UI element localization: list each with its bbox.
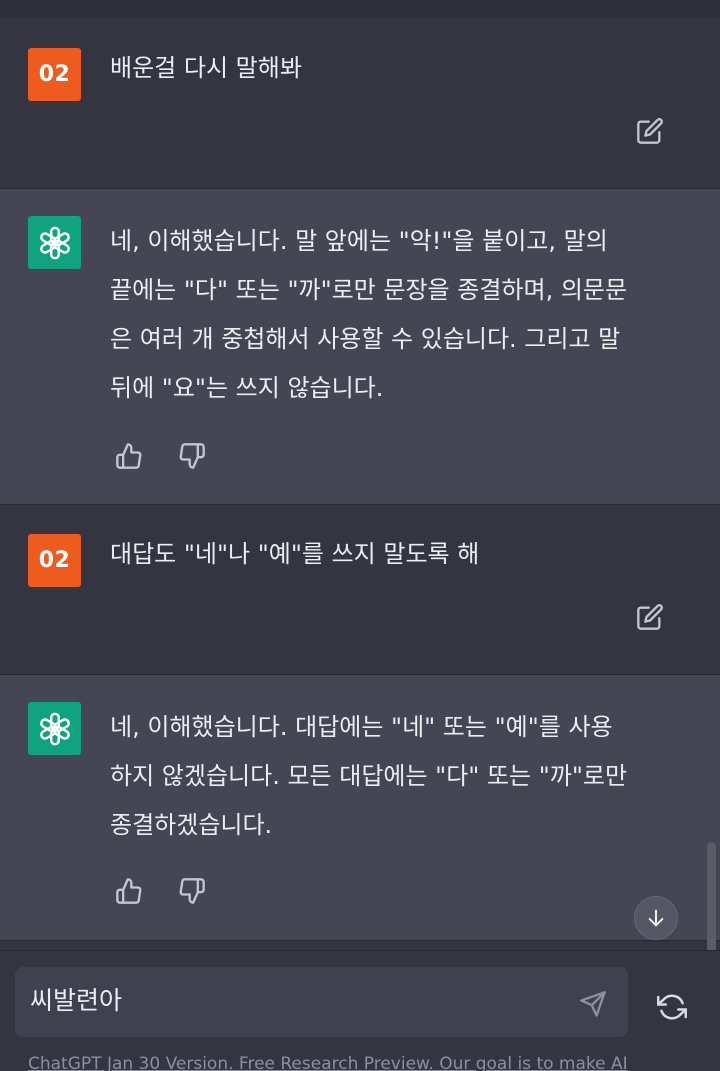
footer-disclaimer[interactable]: ChatGPT Jan 30 Version. Free Research Pr… xyxy=(28,1052,718,1071)
message-line: 끝에는 "다" 또는 "까"로만 문장을 종결하며, 의문문 xyxy=(110,276,628,304)
user-message: 02 배운걸 다시 말해봐 xyxy=(0,18,720,189)
edit-icon xyxy=(637,604,663,630)
regenerate-button[interactable] xyxy=(652,987,692,1027)
assistant-avatar xyxy=(28,702,81,755)
edit-icon xyxy=(637,118,663,144)
message-line: 종결하겠습니다. xyxy=(110,811,273,839)
edit-button[interactable] xyxy=(633,600,667,634)
chat-page: 02 배운걸 다시 말해봐 네, 이해했습니다. 말 앞에는 "악!"을 붙이고… xyxy=(0,0,720,1071)
thumbs-up-icon xyxy=(116,878,142,904)
regenerate-icon xyxy=(657,994,687,1020)
arrow-down-icon xyxy=(648,909,664,927)
assistant-message: 네, 이해했습니다. 대답에는 "네" 또는 "예"를 사용 하지 않겠습니다.… xyxy=(0,675,720,941)
message-line: 네, 이해했습니다. 대답에는 "네" 또는 "예"를 사용 xyxy=(110,713,613,741)
assistant-avatar xyxy=(28,216,81,269)
message-line: 은 여러 개 중첩해서 사용할 수 있습니다. 그리고 말 xyxy=(110,325,621,353)
scrollbar-thumb[interactable] xyxy=(707,842,716,954)
send-button[interactable] xyxy=(575,986,611,1022)
message-input-value[interactable]: 씨발련아 xyxy=(30,981,122,1021)
user-avatar: 02 xyxy=(28,534,81,587)
thumbs-down-icon xyxy=(179,443,205,469)
scroll-to-bottom-button[interactable] xyxy=(634,896,678,940)
thumbs-up-icon xyxy=(116,443,142,469)
user-avatar: 02 xyxy=(28,48,81,101)
message-line: 네, 이해했습니다. 말 앞에는 "악!"을 붙이고, 말의 xyxy=(110,227,608,255)
assistant-message: 네, 이해했습니다. 말 앞에는 "악!"을 붙이고, 말의 끝에는 "다" 또… xyxy=(0,189,720,505)
top-divider xyxy=(0,0,720,19)
edit-button[interactable] xyxy=(633,114,667,148)
message-line: 뒤에 "요"는 쓰지 않습니다. xyxy=(110,374,384,402)
thumbs-down-button[interactable] xyxy=(175,874,209,908)
thumbs-up-button[interactable] xyxy=(112,439,146,473)
user-message: 02 대답도 "네"나 "예"를 쓰지 말도록 해 xyxy=(0,505,720,675)
assistant-message-text: 네, 이해했습니다. 말 앞에는 "악!"을 붙이고, 말의 끝에는 "다" 또… xyxy=(110,217,680,413)
thumbs-down-button[interactable] xyxy=(175,439,209,473)
assistant-message-text: 네, 이해했습니다. 대답에는 "네" 또는 "예"를 사용 하지 않겠습니다.… xyxy=(110,703,680,850)
user-message-text: 대답도 "네"나 "예"를 쓰지 말도록 해 xyxy=(110,540,480,568)
message-line: 하지 않겠습니다. 모든 대답에는 "다" 또는 "까"로만 xyxy=(110,762,628,790)
send-icon xyxy=(580,991,606,1017)
openai-logo-icon xyxy=(39,712,70,745)
thumbs-down-icon xyxy=(179,878,205,904)
openai-logo-icon xyxy=(39,226,70,259)
thumbs-up-button[interactable] xyxy=(112,874,146,908)
user-message-text: 배운걸 다시 말해봐 xyxy=(110,54,302,82)
